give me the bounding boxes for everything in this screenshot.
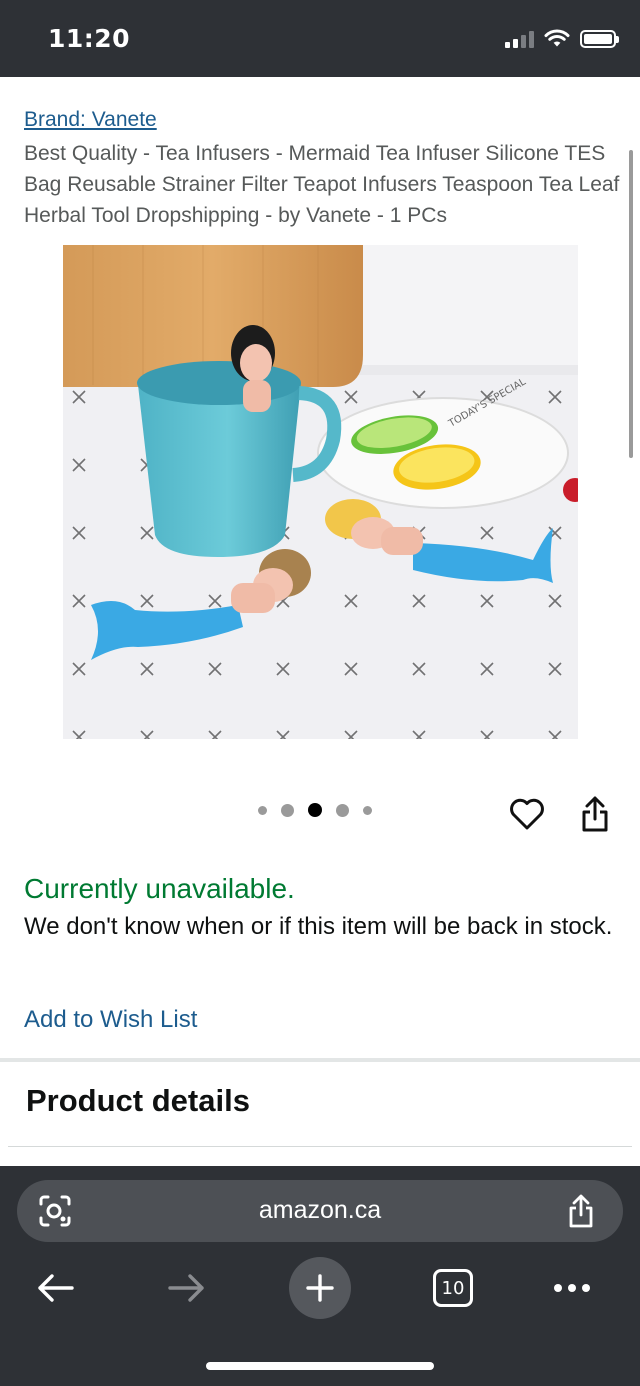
section-divider-thin [8,1146,632,1147]
share-button[interactable] [575,794,615,834]
browser-toolbar: amazon.ca 10 [0,1166,640,1386]
more-button[interactable] [550,1256,594,1320]
new-tab-circle [289,1257,351,1319]
stock-message: We don't know when or if this item will … [24,913,613,940]
status-bar: 11:20 [0,0,640,77]
section-divider [0,1058,640,1062]
plus-icon [306,1274,334,1302]
tab-count: 10 [433,1269,473,1307]
share-icon [582,796,608,832]
carousel-dot[interactable] [281,803,294,817]
brand-link[interactable]: Brand: Vanete [24,108,157,132]
status-icons [505,28,619,50]
new-tab-button[interactable] [289,1256,351,1320]
wishlist-heart-button[interactable] [507,794,547,834]
tabs-button[interactable]: 10 [431,1256,475,1320]
url-text[interactable]: amazon.ca [17,1196,623,1225]
add-to-wishlist-link[interactable]: Add to Wish List [24,1006,197,1034]
browser-nav-row: 10 [0,1256,640,1326]
browser-share-button[interactable] [561,1191,601,1231]
page-scrollbar[interactable] [629,150,633,458]
product-title: Best Quality - Tea Infusers - Mermaid Te… [24,142,620,227]
battery-icon [580,30,619,48]
carousel-dot[interactable] [363,805,372,815]
app-root: 11:20 Brand: Vanete Best Quality - Tea I… [0,0,640,1386]
forward-button[interactable] [162,1256,212,1320]
share-icon [569,1194,593,1228]
carousel-dot-active[interactable] [308,803,322,817]
signal-icon [505,30,534,48]
more-icon [554,1284,590,1292]
image-carousel-dots[interactable] [258,803,372,817]
arrow-right-icon [168,1274,204,1302]
home-indicator[interactable] [206,1362,434,1370]
arrow-left-icon [38,1274,74,1302]
heart-icon [510,798,544,830]
product-image[interactable]: TODAY'S SPECIAL [63,245,578,739]
carousel-dot[interactable] [258,805,267,815]
back-button[interactable] [30,1256,80,1320]
address-bar[interactable]: amazon.ca [17,1180,623,1242]
product-details-heading[interactable]: Product details [26,1083,250,1119]
carousel-dot[interactable] [336,803,349,817]
status-time: 11:20 [48,24,131,53]
availability-status: Currently unavailable. [24,873,295,904]
wifi-icon [544,29,570,47]
